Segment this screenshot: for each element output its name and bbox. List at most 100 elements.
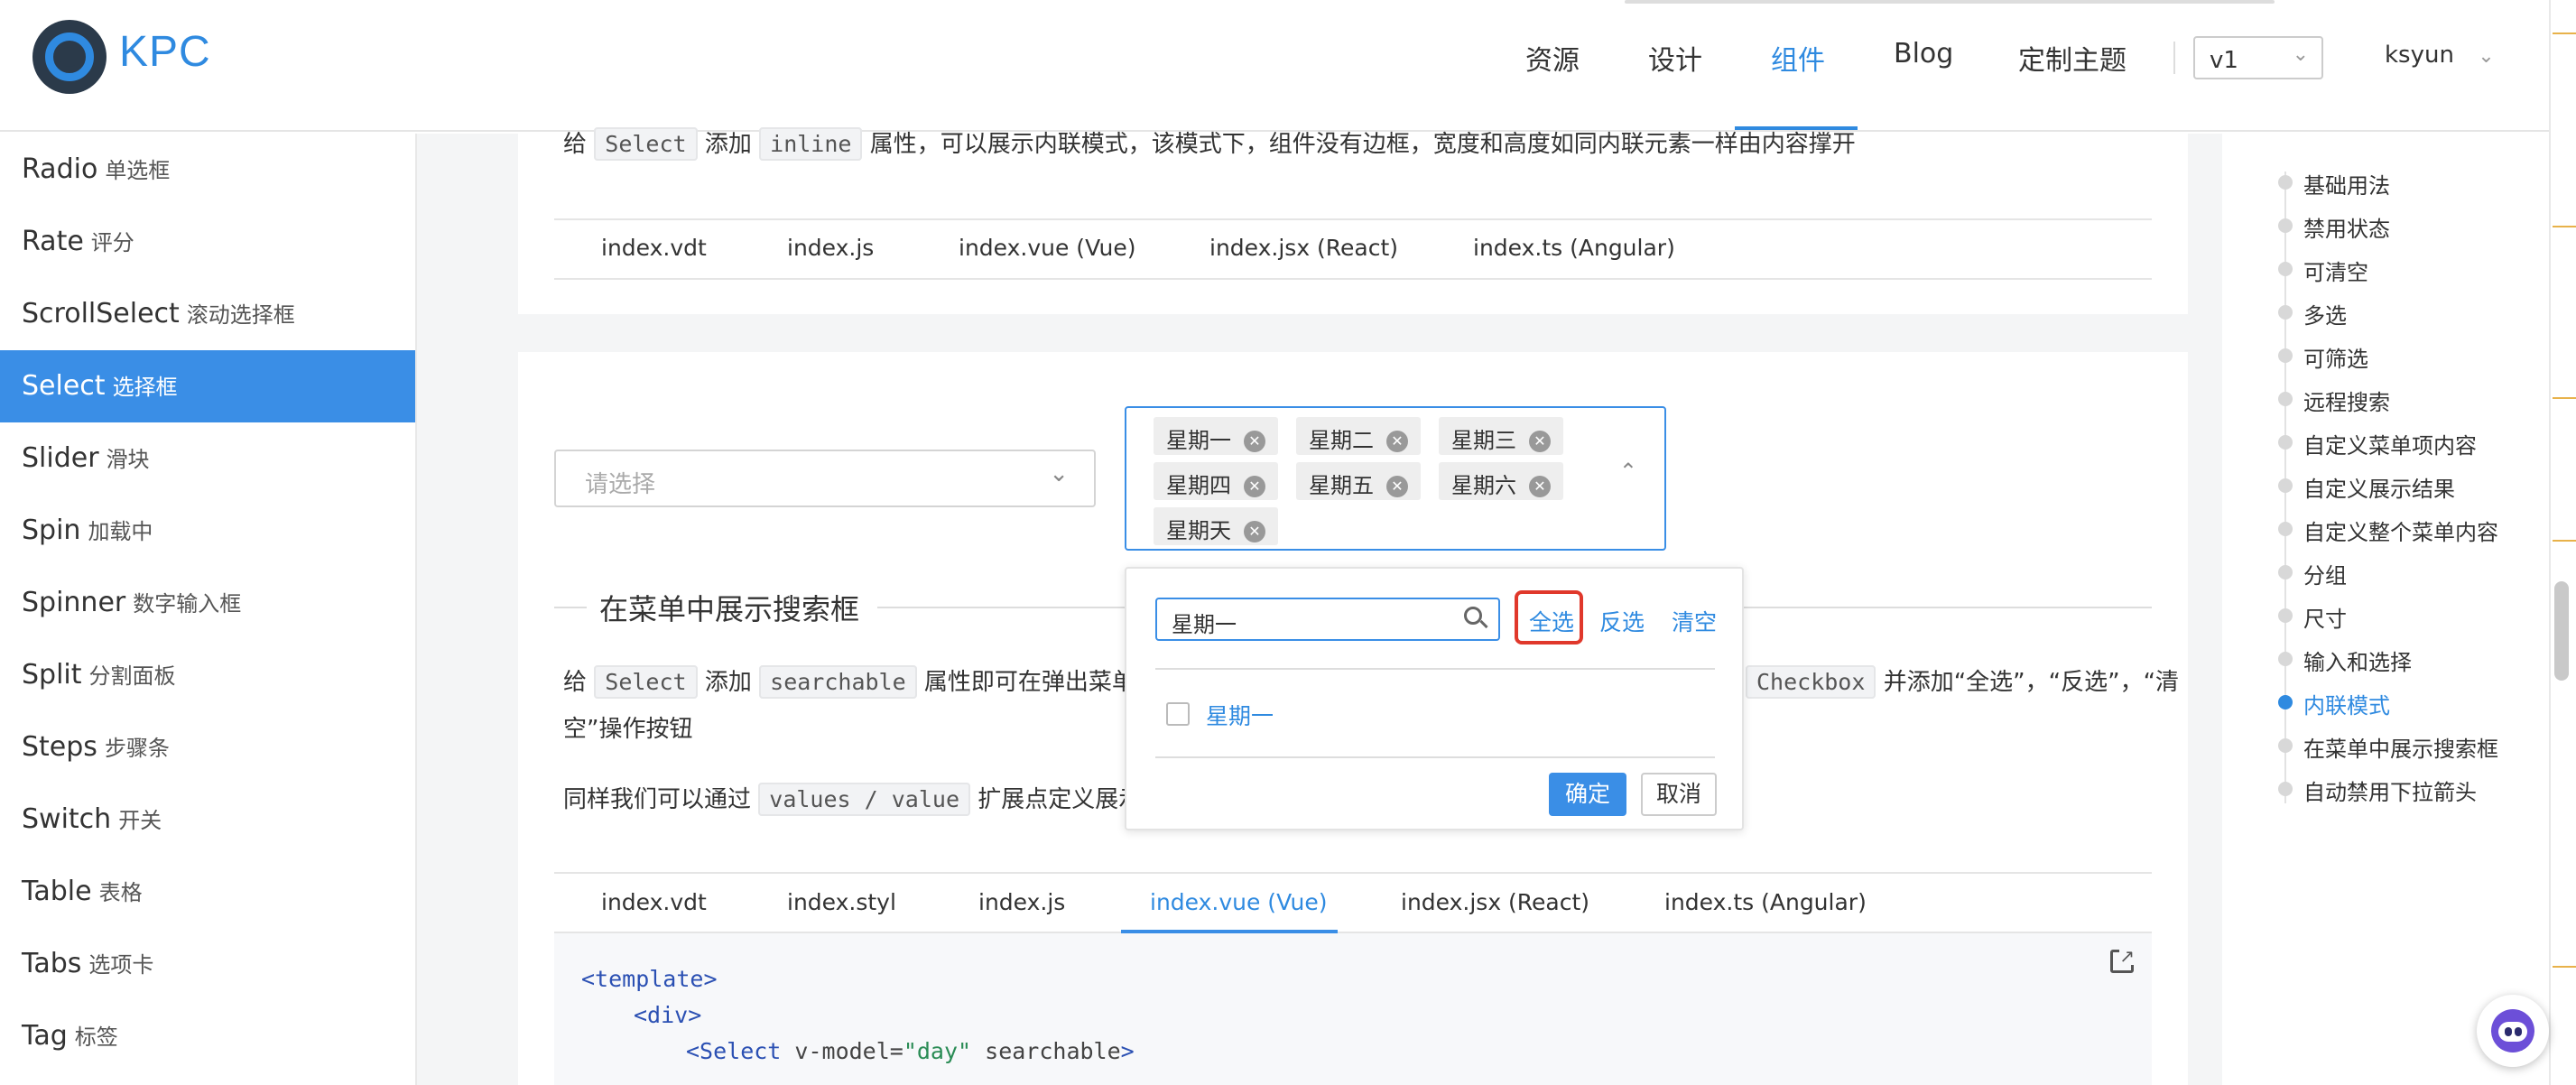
title-rule-left: [554, 607, 587, 608]
tag-label: 星期天: [1166, 518, 1231, 543]
sidebar-item-label: Steps: [22, 731, 97, 763]
toc-item[interactable]: 多选: [2303, 298, 2347, 329]
sidebar-item-sublabel: 选择框: [112, 375, 178, 400]
close-circle-icon[interactable]: ✕: [1244, 431, 1265, 452]
tag-label: 星期四: [1166, 473, 1231, 498]
toc-item[interactable]: 自定义展示结果: [2303, 471, 2455, 503]
sidebar-item-spin[interactable]: Spin 加载中: [0, 495, 415, 567]
tab-index-vdt[interactable]: index.vdt: [601, 235, 707, 261]
toc-item[interactable]: 自动禁用下拉箭头: [2303, 774, 2477, 806]
selected-tag: 星期四 ✕: [1154, 462, 1278, 500]
option-label[interactable]: 星期一: [1206, 699, 1274, 731]
version-select[interactable]: v1 ⌄: [2193, 36, 2323, 79]
search-input[interactable]: 星期一: [1155, 598, 1500, 641]
sidebar-item-tabs[interactable]: Tabs 选项卡: [0, 928, 415, 1000]
tab-index-vdt[interactable]: index.vdt: [601, 889, 707, 915]
toc-dot-active: [2278, 695, 2293, 709]
cancel-button[interactable]: 取消: [1641, 773, 1717, 816]
toc-item[interactable]: 自定义整个菜单内容: [2303, 515, 2498, 546]
selected-tag: 星期六 ✕: [1439, 462, 1563, 500]
tab-index-styl[interactable]: index.styl: [787, 889, 896, 915]
clear-button[interactable]: 清空: [1672, 605, 1717, 637]
edge-marker: [2553, 226, 2576, 227]
user-name: ksyun: [2385, 42, 2454, 69]
toc-item[interactable]: 基础用法: [2303, 168, 2390, 199]
sidebar-item-label: Table: [22, 876, 92, 907]
toc-item[interactable]: 远程搜索: [2303, 385, 2390, 416]
nav-item-theme[interactable]: 定制主题: [2018, 38, 2127, 78]
tab-index-js[interactable]: index.js: [978, 889, 1065, 915]
toc-item[interactable]: 输入和选择: [2303, 645, 2412, 676]
close-circle-icon[interactable]: ✕: [1386, 476, 1408, 497]
tab-index-vue[interactable]: index.vue (Vue): [1150, 889, 1327, 915]
close-circle-icon[interactable]: ✕: [1244, 476, 1265, 497]
assistant-bot-icon[interactable]: [2477, 995, 2549, 1067]
edge-marker: [2553, 397, 2576, 399]
sidebar-item-sublabel: 步骤条: [104, 736, 170, 761]
close-circle-icon[interactable]: ✕: [1529, 476, 1551, 497]
multi-select[interactable]: 星期一 ✕ 星期二 ✕ 星期三 ✕ 星期四 ✕ 星期五 ✕ 星期六 ✕ 星期天 ✕ ⌃: [1125, 406, 1666, 551]
tab-index-jsx[interactable]: index.jsx (React): [1401, 889, 1589, 915]
nav-item-resources[interactable]: 资源: [1525, 38, 1580, 78]
tab-index-js[interactable]: index.js: [787, 235, 874, 261]
sidebar-item-radio[interactable]: Radio 单选框: [0, 134, 415, 206]
open-in-new-icon[interactable]: ↗: [2110, 947, 2135, 973]
logo-icon[interactable]: [32, 20, 107, 94]
toc-dot: [2278, 652, 2293, 666]
toc-item[interactable]: 自定义菜单项内容: [2303, 428, 2477, 459]
toc-item[interactable]: 在菜单中展示搜索框: [2303, 731, 2498, 763]
sidebar-item-sublabel: 加载中: [88, 519, 153, 544]
sidebar-item-label: Tabs: [22, 948, 82, 979]
tab-index-jsx[interactable]: index.jsx (React): [1209, 235, 1398, 261]
sidebar-item-steps[interactable]: Steps 步骤条: [0, 711, 415, 784]
tag-label: 星期六: [1451, 473, 1516, 498]
tab-index-ts[interactable]: index.ts (Angular): [1473, 235, 1675, 261]
single-select[interactable]: 请选择 ⌄: [554, 450, 1096, 507]
sidebar-item-split[interactable]: Split 分割面板: [0, 639, 415, 711]
selected-tag: 星期一 ✕: [1154, 417, 1278, 455]
close-circle-icon[interactable]: ✕: [1244, 521, 1265, 542]
toc-item[interactable]: 可筛选: [2303, 341, 2368, 373]
nav-item-components[interactable]: 组件: [1771, 38, 1825, 78]
sidebar-item-spinner[interactable]: Spinner 数字输入框: [0, 567, 415, 639]
sidebar-item-select[interactable]: Select 选择框: [0, 350, 415, 422]
sidebar-item-sublabel: 滚动选择框: [186, 302, 295, 328]
toc-item[interactable]: 可清空: [2303, 255, 2368, 286]
tab-index-ts[interactable]: index.ts (Angular): [1664, 889, 1867, 915]
code-token: searchable: [971, 1038, 1121, 1064]
select-all-button[interactable]: 全选: [1529, 605, 1574, 637]
sidebar-item-tag[interactable]: Tag 标签: [0, 1000, 415, 1072]
sidebar-item-sublabel: 评分: [90, 230, 134, 255]
sidebar-item-label: Split: [22, 659, 82, 691]
top-header: [0, 0, 2549, 132]
tab-index-vue[interactable]: index.vue (Vue): [959, 235, 1135, 261]
close-circle-icon[interactable]: ✕: [1386, 431, 1408, 452]
sidebar-item-switch[interactable]: Switch 开关: [0, 784, 415, 856]
nav-item-blog[interactable]: Blog: [1894, 38, 1953, 70]
tag-label: 星期一: [1166, 428, 1231, 453]
sidebar-item-slider[interactable]: Slider 滑块: [0, 422, 415, 495]
sidebar-item-scrollselect[interactable]: ScrollSelect 滚动选择框: [0, 278, 415, 350]
sidebar-item-table[interactable]: Table 表格: [0, 856, 415, 928]
invert-selection-button[interactable]: 反选: [1599, 605, 1645, 637]
user-menu[interactable]: ksyun ⌄: [2385, 42, 2495, 69]
confirm-button[interactable]: 确定: [1549, 773, 1626, 816]
chevron-up-icon: ⌃: [1618, 459, 1637, 484]
code-token: >: [1120, 1038, 1135, 1064]
close-circle-icon[interactable]: ✕: [1529, 431, 1551, 452]
nav-item-design[interactable]: 设计: [1648, 38, 1702, 78]
option-checkbox[interactable]: [1166, 702, 1190, 726]
chevron-down-icon: ⌄: [2478, 45, 2495, 68]
page-scrollbar[interactable]: [2554, 581, 2569, 681]
edge-marker: [2553, 540, 2576, 542]
sidebar-item-rate[interactable]: Rate 评分: [0, 206, 415, 278]
toc-item[interactable]: 禁用状态: [2303, 211, 2390, 243]
desc-text: 属性即可在弹出菜单中: [923, 669, 1159, 696]
code-snippet: searchable: [759, 665, 917, 699]
toc-item-active[interactable]: 内联模式: [2303, 688, 2390, 719]
toc-item[interactable]: 分组: [2303, 558, 2347, 589]
toc-item[interactable]: 尺寸: [2303, 601, 2347, 633]
sidebar-item-label: ScrollSelect: [22, 298, 180, 329]
sidebar-item-label: Switch: [22, 803, 112, 835]
logo-text[interactable]: KPC: [119, 27, 211, 77]
